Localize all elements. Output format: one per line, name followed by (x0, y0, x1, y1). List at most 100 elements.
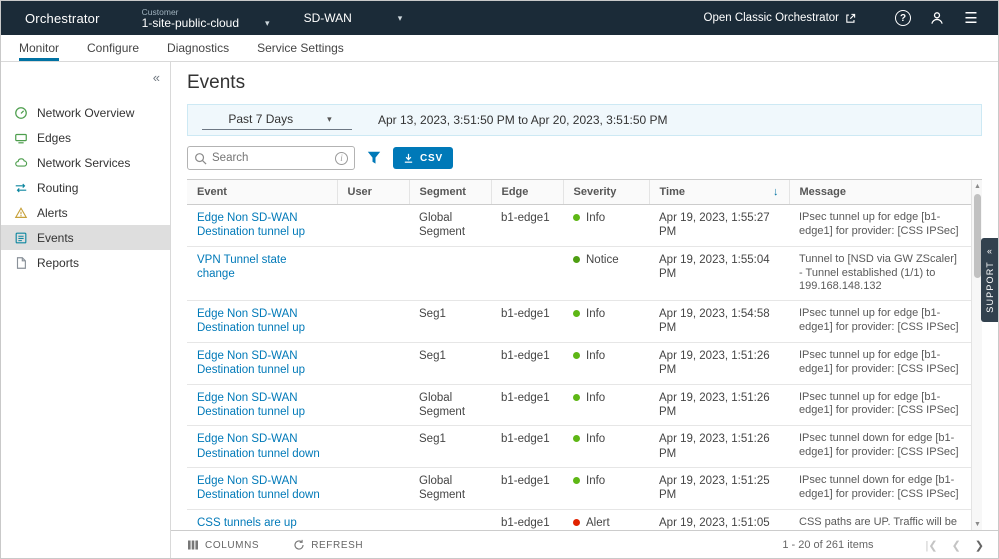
event-time: Apr 19, 2023, 1:51:05 PM (649, 509, 789, 530)
sidebar-item-alerts[interactable]: Alerts (1, 200, 170, 225)
filter-icon[interactable] (367, 151, 381, 165)
table-row[interactable]: Edge Non SD-WAN Destination tunnel up Gl… (187, 384, 971, 426)
event-message: IPsec tunnel up for edge [b1-edge1] for … (789, 205, 971, 247)
event-link[interactable]: Edge Non SD-WAN Destination tunnel up (197, 392, 305, 418)
col-time[interactable]: Time ↓ (649, 180, 789, 205)
refresh-button[interactable]: REFRESH (293, 539, 363, 551)
warning-triangle-icon (14, 206, 28, 220)
open-classic-label: Open Classic Orchestrator (704, 12, 840, 24)
open-classic-link[interactable]: Open Classic Orchestrator (704, 12, 857, 24)
chevron-left-icon: « (987, 246, 992, 256)
sidebar-collapse-icon[interactable]: « (153, 70, 160, 85)
col-segment[interactable]: Segment (409, 180, 491, 205)
sidebar-item-routing[interactable]: Routing (1, 175, 170, 200)
sidebar-nav: Network Overview Edges Network Services … (1, 100, 170, 275)
severity-dot (573, 214, 580, 221)
event-time: Apr 19, 2023, 1:51:26 PM (649, 426, 789, 468)
sidebar-item-network-services[interactable]: Network Services (1, 150, 170, 175)
event-link[interactable]: Edge Non SD-WAN Destination tunnel up (197, 350, 305, 376)
sidebar-item-reports[interactable]: Reports (1, 250, 170, 275)
table-row[interactable]: Edge Non SD-WAN Destination tunnel up Se… (187, 342, 971, 384)
tab-configure[interactable]: Configure (87, 35, 139, 61)
sidebar-item-label: Network Services (37, 156, 130, 170)
sidebar-item-network-overview[interactable]: Network Overview (1, 100, 170, 125)
sidebar-item-label: Alerts (37, 206, 68, 220)
event-message: Tunnel to [NSD via GW ZScaler] - Tunnel … (789, 246, 971, 300)
event-time: Apr 19, 2023, 1:55:04 PM (649, 246, 789, 300)
sort-desc-icon[interactable]: ↓ (773, 186, 779, 198)
columns-button[interactable]: COLUMNS (187, 539, 259, 551)
col-edge[interactable]: Edge (491, 180, 563, 205)
main-panel: Events Past 7 Days ▾ Apr 13, 2023, 3:51:… (171, 62, 998, 559)
sidebar-item-label: Routing (37, 181, 78, 195)
event-link[interactable]: CSS tunnels are up (197, 517, 297, 529)
search-input[interactable] (212, 152, 330, 164)
support-tab[interactable]: « SUPPORT (981, 238, 998, 322)
scroll-up-icon[interactable]: ▲ (972, 180, 982, 192)
sidebar-item-events[interactable]: Events (1, 225, 170, 250)
info-icon[interactable]: i (335, 152, 348, 165)
severity-dot (573, 256, 580, 263)
next-page-icon[interactable]: ❯ (975, 539, 984, 552)
cloud-icon (14, 156, 28, 170)
prev-page-icon[interactable]: ❮ (952, 539, 961, 552)
severity-label: Notice (586, 253, 619, 267)
event-edge: b1-edge1 (491, 426, 563, 468)
time-range-select[interactable]: Past 7 Days ▾ (202, 110, 352, 130)
tab-service-settings[interactable]: Service Settings (257, 35, 344, 61)
event-edge: b1-edge1 (491, 205, 563, 247)
user-icon[interactable] (924, 5, 950, 31)
event-user (337, 509, 409, 530)
event-user (337, 468, 409, 510)
event-edge: b1-edge1 (491, 342, 563, 384)
customer-dropdown[interactable]: Customer 1-site-public-cloud ▾ (142, 7, 270, 30)
col-message[interactable]: Message (789, 180, 971, 205)
tab-diagnostics[interactable]: Diagnostics (167, 35, 229, 61)
event-link[interactable]: VPN Tunnel state change (197, 254, 287, 280)
download-icon (403, 153, 414, 164)
table-scrollbar[interactable]: ▲ ▼ (971, 180, 982, 530)
main-tabbar: Monitor Configure Diagnostics Service Se… (1, 35, 998, 62)
event-time: Apr 19, 2023, 1:51:25 PM (649, 468, 789, 510)
chevron-down-icon: ▾ (265, 17, 270, 30)
help-icon[interactable]: ? (890, 5, 916, 31)
table-header-row: Event User Segment Edge Severity Time ↓ (187, 180, 971, 205)
event-link[interactable]: Edge Non SD-WAN Destination tunnel up (197, 308, 305, 334)
col-severity[interactable]: Severity (563, 180, 649, 205)
events-table: Event User Segment Edge Severity Time ↓ (187, 180, 971, 530)
event-segment: Seg1 (409, 342, 491, 384)
severity-label: Info (586, 432, 605, 446)
table-row[interactable]: VPN Tunnel state change Notice Apr 19, 2… (187, 246, 971, 300)
menu-icon[interactable]: ☰ (958, 5, 984, 31)
sidebar-item-label: Network Overview (37, 106, 134, 120)
sidebar-item-label: Edges (37, 131, 71, 145)
event-edge: b1-edge1 (491, 384, 563, 426)
table-row[interactable]: CSS tunnels are up b1-edge1 Alert Apr 19… (187, 509, 971, 530)
event-segment (409, 246, 491, 300)
sidebar-item-edges[interactable]: Edges (1, 125, 170, 150)
severity-dot (573, 519, 580, 526)
sidebar-item-label: Events (37, 231, 74, 245)
event-time: Apr 19, 2023, 1:55:27 PM (649, 205, 789, 247)
event-edge (491, 246, 563, 300)
event-user (337, 426, 409, 468)
time-range-value: Past 7 Days (228, 112, 293, 126)
table-row[interactable]: Edge Non SD-WAN Destination tunnel up Se… (187, 301, 971, 343)
tab-monitor[interactable]: Monitor (19, 35, 59, 61)
event-link[interactable]: Edge Non SD-WAN Destination tunnel down (197, 475, 320, 501)
table-row[interactable]: Edge Non SD-WAN Destination tunnel down … (187, 426, 971, 468)
sidebar-item-label: Reports (37, 256, 79, 270)
scrollbar-thumb[interactable] (974, 194, 981, 278)
product-dropdown[interactable]: SD-WAN ▾ (304, 11, 403, 25)
first-page-icon[interactable]: |❮ (925, 539, 937, 552)
event-link[interactable]: Edge Non SD-WAN Destination tunnel up (197, 212, 305, 238)
event-link[interactable]: Edge Non SD-WAN Destination tunnel down (197, 433, 320, 459)
csv-download-button[interactable]: CSV (393, 147, 453, 169)
scroll-down-icon[interactable]: ▼ (972, 518, 982, 530)
col-user[interactable]: User (337, 180, 409, 205)
table-row[interactable]: Edge Non SD-WAN Destination tunnel down … (187, 468, 971, 510)
event-time: Apr 19, 2023, 1:54:58 PM (649, 301, 789, 343)
table-row[interactable]: Edge Non SD-WAN Destination tunnel up Gl… (187, 205, 971, 247)
severity-dot (573, 394, 580, 401)
col-event[interactable]: Event (187, 180, 337, 205)
